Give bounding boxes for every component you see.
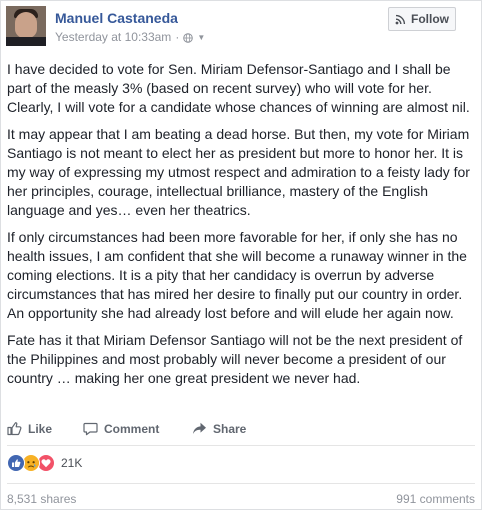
chevron-down-icon[interactable]: ▼ <box>197 33 205 42</box>
post-card: Manuel Castaneda Yesterday at 10:33am · … <box>0 0 482 510</box>
post-paragraph: If only circumstances had been more favo… <box>7 228 467 322</box>
thumbs-up-icon <box>7 422 22 436</box>
comment-label: Comment <box>104 421 160 436</box>
share-arrow-icon <box>193 422 206 434</box>
follow-label: Follow <box>411 12 449 26</box>
reactions-summary[interactable]: 21K <box>7 454 82 472</box>
post-paragraph: I have decided to vote for Sen. Miriam D… <box>7 61 470 116</box>
post-body: I have decided to vote for Sen. Miriam D… <box>7 60 477 395</box>
comment-button[interactable]: Comment <box>83 421 159 436</box>
share-button[interactable]: Share <box>192 421 246 436</box>
timestamp[interactable]: Yesterday at 10:33am <box>55 30 171 44</box>
rss-icon <box>395 14 406 24</box>
reaction-count[interactable]: 21K <box>61 456 82 470</box>
shares-count[interactable]: 8,531 shares <box>7 492 76 506</box>
avatar[interactable] <box>6 6 46 46</box>
meta-separator: · <box>175 30 180 44</box>
like-button[interactable]: Like <box>7 421 52 436</box>
globe-icon[interactable] <box>183 32 194 43</box>
comment-icon <box>83 422 98 436</box>
post-paragraph: It may appear that I am beating a dead h… <box>7 125 470 219</box>
action-bar: Like Comment Share <box>1 413 482 445</box>
like-label: Like <box>28 421 53 436</box>
post-meta: Yesterday at 10:33am · ▼ <box>55 30 205 44</box>
author-name[interactable]: Manuel Castaneda <box>55 10 178 26</box>
divider <box>7 445 475 446</box>
follow-button[interactable]: Follow <box>388 7 456 31</box>
like-reaction-icon <box>7 454 25 472</box>
post-paragraph: Fate has it that Miriam Defensor Santiag… <box>7 331 463 387</box>
share-label: Share <box>213 421 247 436</box>
comments-count[interactable]: 991 comments <box>396 492 475 506</box>
divider <box>7 483 475 484</box>
